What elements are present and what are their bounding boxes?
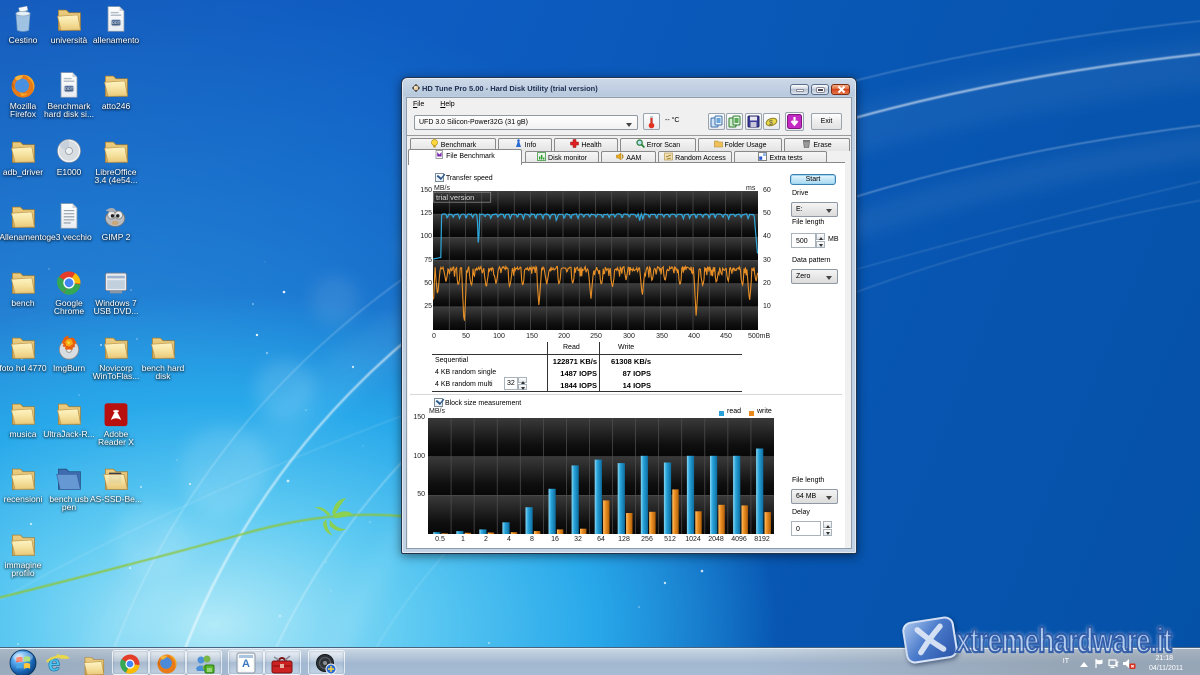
svg-text:trial version: trial version: [436, 193, 474, 202]
svg-text:$: $: [769, 120, 773, 127]
svg-text:A: A: [242, 658, 250, 670]
